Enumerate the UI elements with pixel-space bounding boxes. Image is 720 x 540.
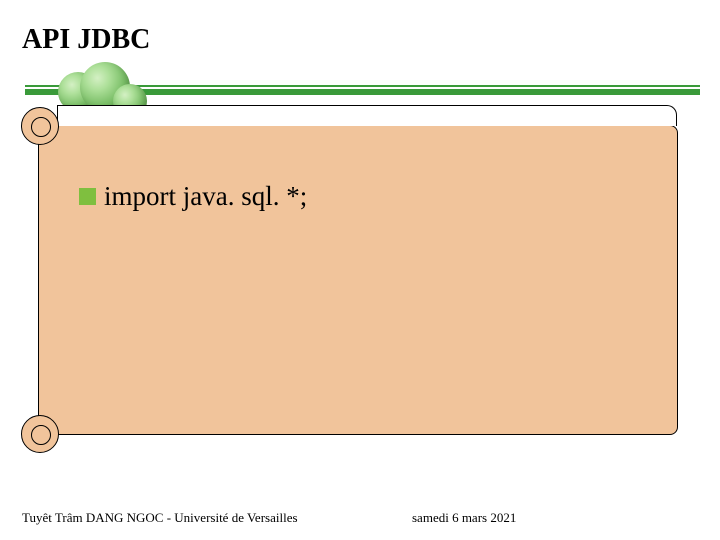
footer-author: Tuyêt Trâm DANG NGOC - Université de Ver…: [22, 510, 298, 526]
scroll-top-edge: [57, 105, 677, 126]
footer: Tuyêt Trâm DANG NGOC - Université de Ver…: [22, 510, 698, 526]
content-area: import java. sql. *;: [79, 181, 657, 212]
content-scroll-panel: import java. sql. *;: [38, 125, 678, 435]
footer-date: samedi 6 mars 2021: [412, 510, 516, 526]
list-item: import java. sql. *;: [79, 181, 657, 212]
scroll-curl-icon: [21, 415, 59, 453]
page-title: API JDBC: [22, 24, 150, 56]
square-bullet-icon: [79, 188, 96, 205]
scroll-curl-icon: [21, 107, 59, 145]
bullet-text: import java. sql. *;: [104, 181, 307, 212]
